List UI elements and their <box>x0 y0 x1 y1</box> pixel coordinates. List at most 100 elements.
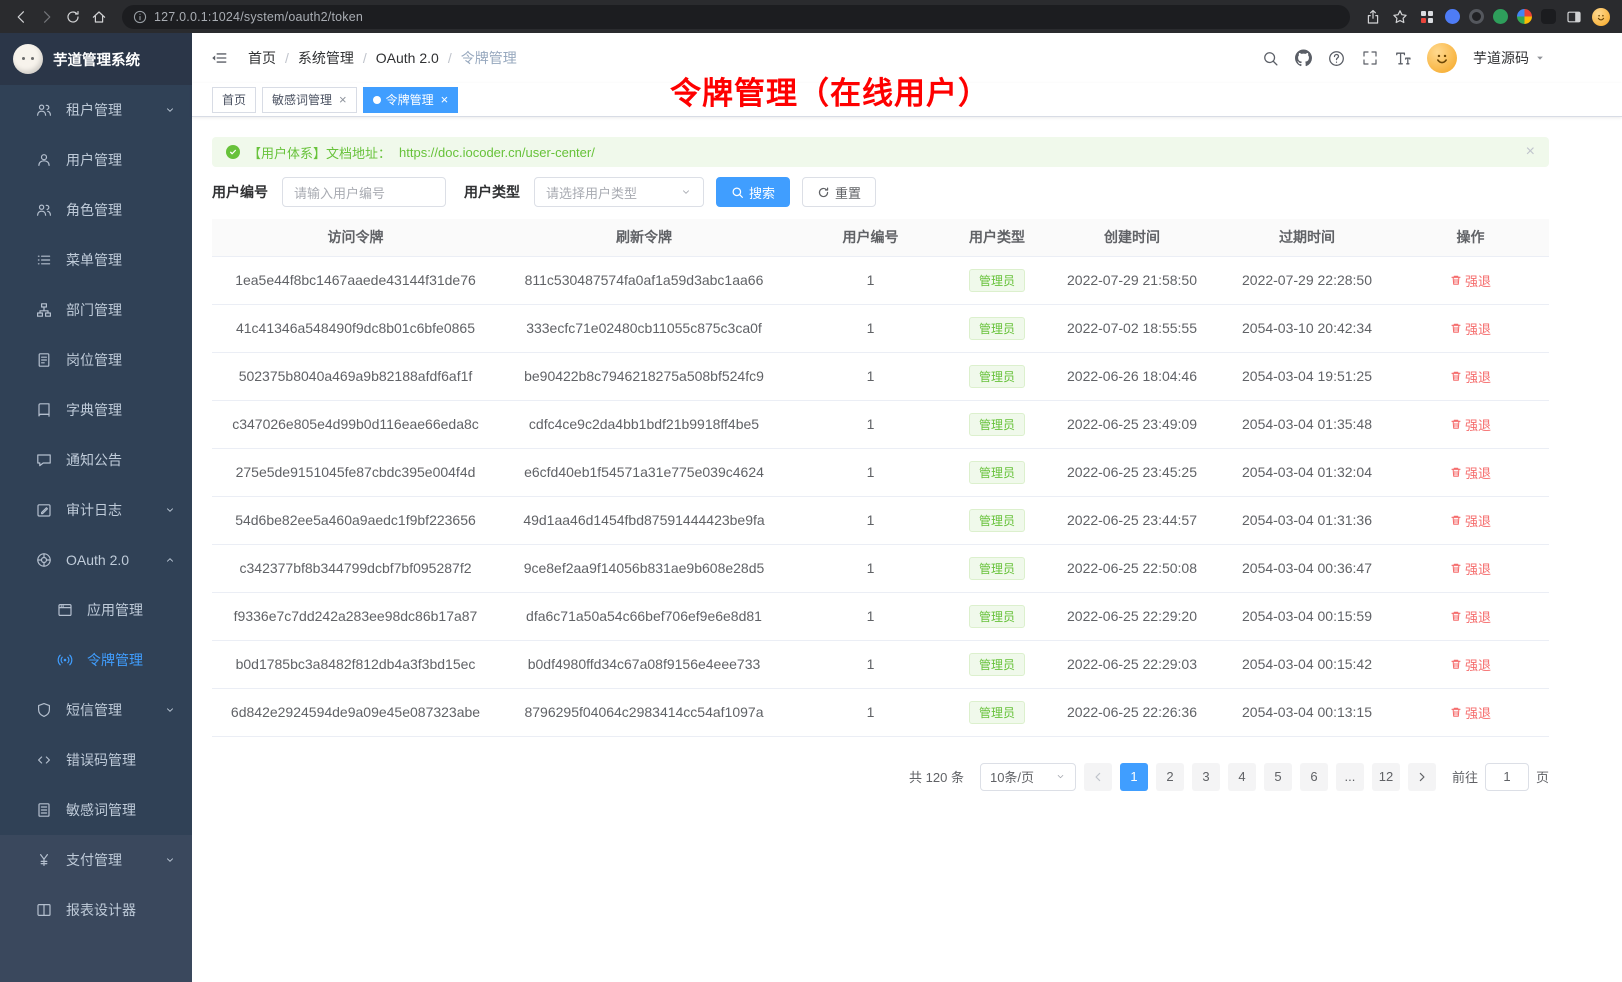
force-logout-button[interactable]: 强退 <box>1450 703 1491 722</box>
search-icon[interactable] <box>1262 50 1279 67</box>
sidebar-item-tenant[interactable]: 租户管理 <box>0 85 192 135</box>
tab-home[interactable]: 首页 <box>212 87 256 113</box>
user-id-cell: 1 <box>789 400 952 448</box>
breadcrumb-item[interactable]: OAuth 2.0 <box>376 50 439 66</box>
create-time-cell: 2022-06-25 23:44:57 <box>1042 496 1222 544</box>
extensions-grid-icon[interactable] <box>1418 8 1436 26</box>
browser-forward-icon[interactable] <box>38 8 56 26</box>
breadcrumb-item[interactable]: 首页 <box>248 48 276 68</box>
split-view-icon[interactable] <box>1565 8 1583 26</box>
delete-icon <box>1450 610 1462 622</box>
sidebar-item-dept[interactable]: 部门管理 <box>0 285 192 335</box>
more-pages-button[interactable]: ... <box>1336 763 1364 791</box>
page-button-4[interactable]: 4 <box>1228 763 1256 791</box>
breadcrumb-item[interactable]: 系统管理 <box>298 48 354 68</box>
sidebar-item-label: OAuth 2.0 <box>66 552 164 568</box>
sidebar-item-label: 字典管理 <box>66 400 176 420</box>
font-size-icon[interactable] <box>1394 50 1411 67</box>
sidebar-item-post[interactable]: 岗位管理 <box>0 335 192 385</box>
force-logout-button[interactable]: 强退 <box>1450 511 1491 530</box>
table-header-row: 访问令牌刷新令牌用户编号用户类型创建时间过期时间操作 <box>212 219 1549 256</box>
expire-time-cell: 2054-03-04 00:13:15 <box>1222 688 1392 736</box>
next-page-button[interactable] <box>1408 763 1436 791</box>
share-icon[interactable] <box>1364 8 1382 26</box>
bookmark-star-icon[interactable] <box>1391 8 1409 26</box>
sidebar-menu: 租户管理用户管理角色管理菜单管理部门管理岗位管理字典管理通知公告审计日志 OAut… <box>0 85 192 835</box>
page-button-5[interactable]: 5 <box>1264 763 1292 791</box>
page-size-select[interactable]: 10条/页 <box>980 763 1076 791</box>
prev-page-button[interactable] <box>1084 763 1112 791</box>
user-type-label: 用户类型 <box>464 182 520 202</box>
force-logout-button[interactable]: 强退 <box>1450 463 1491 482</box>
page-button-6[interactable]: 6 <box>1300 763 1328 791</box>
sidebar-item-report[interactable]: 报表设计器 <box>0 885 192 935</box>
page-button-2[interactable]: 2 <box>1156 763 1184 791</box>
user-type-select[interactable]: 请选择用户类型 <box>534 177 704 207</box>
sidebar-item-role[interactable]: 角色管理 <box>0 185 192 235</box>
sidebar-item-sensitive[interactable]: 敏感词管理 <box>0 785 192 835</box>
force-logout-button[interactable]: 强退 <box>1450 559 1491 578</box>
sidebar-item-oauth2[interactable]: OAuth 2.0 <box>0 535 192 585</box>
sidebar-item-label: 应用管理 <box>87 600 176 620</box>
sidebar-item-dict[interactable]: 字典管理 <box>0 385 192 435</box>
create-time-cell: 2022-06-26 18:04:46 <box>1042 352 1222 400</box>
user-type-badge: 管理员 <box>969 365 1025 388</box>
page-button-1[interactable]: 1 <box>1120 763 1148 791</box>
extension-icon-dark[interactable] <box>1469 9 1484 24</box>
sidebar-item-sms[interactable]: 短信管理 <box>0 685 192 735</box>
delete-icon <box>1450 658 1462 670</box>
tab-sensitive[interactable]: 敏感词管理× <box>262 87 357 113</box>
tab-close-icon[interactable]: × <box>339 93 347 106</box>
page-button-12[interactable]: 12 <box>1372 763 1400 791</box>
search-button[interactable]: 搜索 <box>716 177 790 207</box>
sidebar-item-oauth2-app[interactable]: 应用管理 <box>0 585 192 635</box>
force-logout-button[interactable]: 强退 <box>1450 271 1491 290</box>
user-id-input[interactable]: 请输入用户编号 <box>282 177 446 207</box>
user-avatar[interactable] <box>1427 43 1457 73</box>
extension-icon-blue[interactable] <box>1445 9 1460 24</box>
site-info-icon[interactable] <box>133 10 147 24</box>
force-logout-button[interactable]: 强退 <box>1450 415 1491 434</box>
user-menu[interactable]: 芋道源码 <box>1473 48 1546 68</box>
pagination-pages: 123456...12 <box>1120 763 1400 791</box>
tab-token[interactable]: 令牌管理× <box>363 87 459 113</box>
browser-refresh-icon[interactable] <box>64 8 82 26</box>
expire-time-cell: 2054-03-10 20:42:34 <box>1222 304 1392 352</box>
goto-page-input[interactable]: 1 <box>1485 763 1529 791</box>
sidebar-item-auditlog[interactable]: 审计日志 <box>0 485 192 535</box>
logo-image <box>13 44 43 74</box>
browser-profile-avatar[interactable] <box>1592 8 1610 26</box>
sidebar-item-errcode[interactable]: 错误码管理 <box>0 735 192 785</box>
create-time-cell: 2022-07-02 18:55:55 <box>1042 304 1222 352</box>
logo[interactable]: 芋道管理系统 <box>0 33 192 85</box>
force-logout-button[interactable]: 强退 <box>1450 607 1491 626</box>
github-icon[interactable] <box>1295 50 1312 67</box>
sidebar-item-menu[interactable]: 菜单管理 <box>0 235 192 285</box>
sidebar-item-user[interactable]: 用户管理 <box>0 135 192 185</box>
alert-close-icon[interactable]: × <box>1526 144 1535 160</box>
browser-home-icon[interactable] <box>90 8 108 26</box>
sidebar-item-oauth2-token[interactable]: 令牌管理 <box>0 635 192 685</box>
hamburger-icon[interactable] <box>210 49 228 67</box>
force-logout-button[interactable]: 强退 <box>1450 655 1491 674</box>
sidebar-item-pay[interactable]: 支付管理 <box>0 835 192 885</box>
tab-close-icon[interactable]: × <box>441 93 449 106</box>
alert-text: 【用户体系】文档地址： <box>248 143 391 162</box>
page-button-3[interactable]: 3 <box>1192 763 1220 791</box>
browser-back-icon[interactable] <box>12 8 30 26</box>
user-id-cell: 1 <box>789 640 952 688</box>
annotation-text: 令牌管理（在线用户） <box>670 68 990 113</box>
extension-icon-green[interactable] <box>1493 9 1508 24</box>
reset-button[interactable]: 重置 <box>802 177 876 207</box>
extension-icon-colorful[interactable] <box>1517 9 1532 24</box>
sidebar-item-label: 支付管理 <box>66 850 164 870</box>
force-logout-button[interactable]: 强退 <box>1450 319 1491 338</box>
extension-icon-black[interactable] <box>1541 9 1556 24</box>
force-logout-button[interactable]: 强退 <box>1450 367 1491 386</box>
address-bar[interactable]: 127.0.0.1:1024/system/oauth2/token <box>122 5 1350 29</box>
help-icon[interactable] <box>1328 50 1345 67</box>
sidebar-item-notice[interactable]: 通知公告 <box>0 435 192 485</box>
doc-link[interactable]: https://doc.iocoder.cn/user-center/ <box>399 145 595 160</box>
user-id-cell: 1 <box>789 448 952 496</box>
fullscreen-icon[interactable] <box>1361 50 1378 67</box>
